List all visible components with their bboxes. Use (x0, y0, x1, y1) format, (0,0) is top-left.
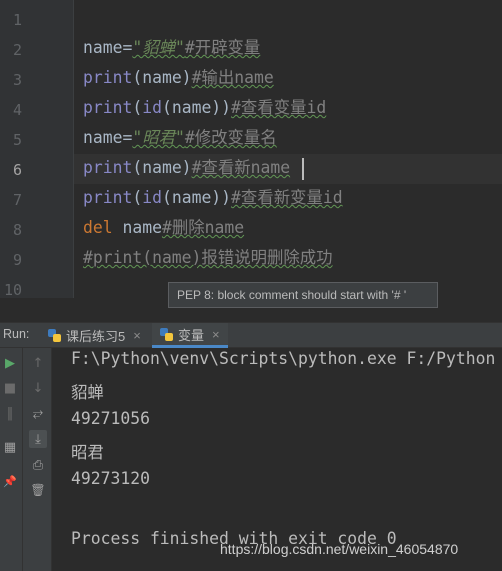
console-line: 49273120 (71, 469, 150, 488)
code-token: #查看变量id (231, 98, 327, 117)
code-token: id (142, 188, 162, 207)
close-icon[interactable]: × (133, 328, 141, 343)
code-line[interactable]: #print(name)报错说明删除成功 (83, 244, 333, 274)
code-line[interactable]: del name#删除name (83, 214, 244, 244)
inspection-tooltip: PEP 8: block comment should start with '… (168, 282, 438, 308)
code-token: #删除name (161, 218, 245, 237)
up-arrow-icon[interactable]: ↑ (29, 354, 47, 372)
code-token: #修改变量名 (184, 128, 277, 147)
code-line[interactable]: print(id(name))#查看新变量id (83, 184, 343, 214)
console-line: 貂蝉 (71, 383, 104, 402)
stop-icon[interactable]: ■ (1, 379, 19, 397)
python-icon (48, 329, 61, 342)
line-number: 1 (12, 11, 22, 29)
code-line[interactable]: name="昭君"#修改变量名 (83, 124, 277, 154)
rerun-icon[interactable]: ▶ (1, 354, 19, 372)
line-number: 10 (3, 281, 22, 299)
console-line: 昭君 (71, 443, 104, 462)
code-token: (name) (132, 158, 192, 177)
line-number: 7 (12, 191, 22, 209)
text-caret (302, 158, 304, 180)
python-icon (160, 327, 173, 341)
down-arrow-icon[interactable]: ↓ (29, 379, 47, 397)
code-token: #查看新变量id (231, 188, 343, 207)
code-editor[interactable]: 1 2 3 4 5 6 7 8 9 10 name="貂蝉"#开辟变量 prin… (0, 0, 502, 299)
tab-label: 变量 (178, 327, 205, 343)
close-icon[interactable]: × (212, 327, 220, 342)
code-token: id (142, 98, 162, 117)
code-token: = (122, 128, 133, 147)
line-number: 3 (12, 71, 22, 89)
console-line: F:\Python\venv\Scripts\python.exe F:/Pyt… (71, 349, 496, 368)
code-token: #输出name (191, 68, 274, 87)
code-token: (name)) (161, 98, 232, 117)
toolbar-divider (22, 348, 23, 571)
line-number: 5 (12, 131, 22, 149)
line-number: 8 (12, 221, 22, 239)
code-token: #print(name)报错说明删除成功 (83, 248, 333, 267)
line-number: 4 (12, 101, 22, 119)
line-number: 2 (12, 41, 22, 59)
code-token: print (83, 158, 133, 177)
console-output[interactable]: F:\Python\venv\Scripts\python.exe F:/Pyt… (52, 348, 502, 571)
layout-icon[interactable]: ▦ (1, 438, 19, 456)
tab-run-config-2[interactable]: 变量 × (152, 323, 228, 348)
pin-icon[interactable]: 📌 (1, 472, 19, 490)
code-token: name (83, 128, 123, 147)
code-token: (name) (132, 68, 192, 87)
soft-wrap-icon[interactable]: ⥂ (29, 404, 47, 422)
code-token: print (83, 68, 133, 87)
code-token: #查看新name (191, 158, 291, 177)
code-token: print (83, 188, 133, 207)
line-number-active: 6 (12, 161, 22, 179)
scroll-to-end-icon[interactable]: ⤓ (29, 430, 47, 448)
code-line[interactable]: print(id(name))#查看变量id (83, 94, 326, 124)
trash-icon[interactable]: 🗑 (29, 481, 47, 499)
console-line: 49271056 (71, 409, 150, 428)
code-token: name (83, 38, 123, 57)
code-line[interactable]: print(name)#输出name (83, 64, 274, 94)
code-token: "貂蝉" (132, 38, 185, 57)
run-toolbar: ▶ ↑ ■ ↓ ‖ ⥂ ▦ ⤓ ⎙ 📌 🗑 (0, 348, 52, 571)
code-line[interactable]: print(name)#查看新name (83, 154, 290, 184)
pause-icon[interactable]: ‖ (1, 404, 19, 422)
run-label: Run: (3, 327, 30, 341)
code-token: ( (132, 98, 143, 117)
code-token: = (122, 38, 133, 57)
run-tool-window-header: Run: 课后练习5 × 变量 × (0, 322, 502, 348)
tab-label: 课后练习5 (66, 329, 126, 344)
print-icon[interactable]: ⎙ (29, 456, 47, 474)
code-token: (name)) (161, 188, 232, 207)
code-token: del (83, 218, 113, 237)
code-token: name (112, 218, 162, 237)
watermark: https://blog.csdn.net/weixin_46054870 (220, 541, 459, 557)
code-token: print (83, 98, 133, 117)
tab-run-config-1[interactable]: 课后练习5 × (46, 323, 147, 348)
line-number: 9 (12, 251, 22, 269)
code-line[interactable]: name="貂蝉"#开辟变量 (83, 34, 260, 64)
code-token: ( (132, 188, 143, 207)
code-token: #开辟变量 (184, 38, 261, 57)
code-token: "昭君" (132, 128, 185, 147)
